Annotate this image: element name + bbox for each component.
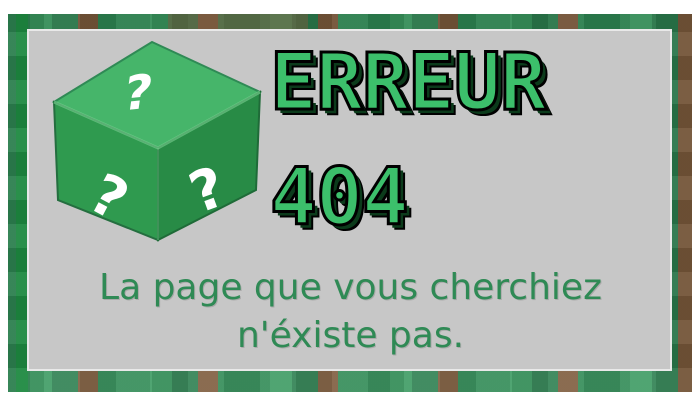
error-title: ERREUR 404	[269, 38, 650, 254]
error-message-line-2: n'éxiste pas.	[236, 315, 465, 356]
error-title-line-2: 404	[269, 153, 411, 243]
question-mark-cube-icon: ? ? ?	[51, 40, 263, 242]
error-message-line-1: La page que vous cherchiez	[99, 267, 602, 308]
error-title-line-1: ERREUR	[269, 38, 549, 128]
